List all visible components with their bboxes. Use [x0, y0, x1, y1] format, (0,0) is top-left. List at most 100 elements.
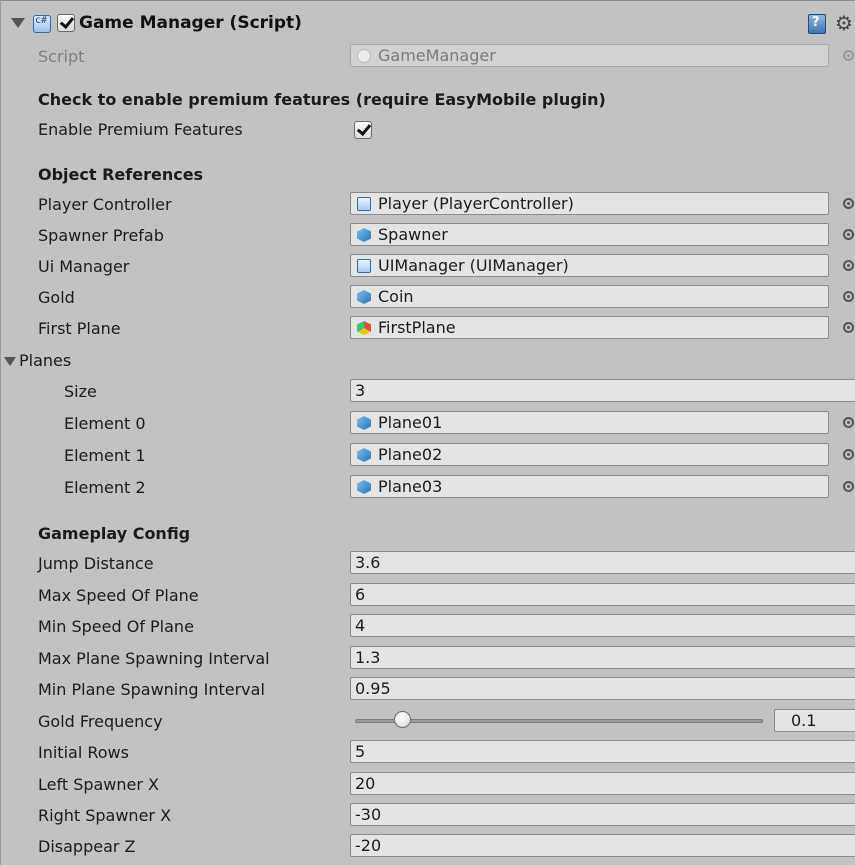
max-spawn-interval-row: Max Plane Spawning Interval 1.3	[1, 643, 855, 673]
max-spawn-interval-input[interactable]: 1.3	[350, 646, 855, 669]
left-spawner-x-input[interactable]: 20	[350, 772, 855, 795]
object-picker-icon[interactable]	[843, 322, 854, 333]
script-icon	[357, 197, 371, 211]
field-value: 5	[355, 742, 366, 761]
field-label: Gold Frequency	[38, 712, 163, 731]
component-header[interactable]: Game Manager (Script) ⚙	[1, 8, 855, 44]
disappear-z-input[interactable]: -20	[350, 834, 855, 857]
planes-label: Planes	[19, 351, 72, 370]
component-title: Game Manager (Script)	[79, 13, 302, 33]
planes-element-row: Element 2 Plane03	[1, 472, 855, 502]
gold-field[interactable]: Coin	[350, 285, 829, 308]
gold-frequency-slider-thumb[interactable]	[394, 711, 412, 728]
jump-distance-row: Jump Distance 3.6	[1, 548, 855, 578]
element-1-field[interactable]: Plane02	[350, 443, 829, 466]
element-value: Plane02	[378, 445, 443, 464]
object-picker-icon[interactable]	[843, 260, 854, 271]
field-value: -30	[355, 805, 382, 824]
element-0-field[interactable]: Plane01	[350, 411, 829, 434]
jump-distance-input[interactable]: 3.6	[350, 551, 855, 574]
planes-foldout-row[interactable]: Planes	[1, 345, 855, 375]
script-row: Script GameManager	[1, 41, 855, 71]
spawner-prefab-field[interactable]: Spawner	[350, 223, 829, 246]
script-value: GameManager	[378, 46, 496, 65]
object-references-heading: Object References	[38, 165, 204, 184]
object-picker-icon[interactable]	[843, 417, 854, 428]
field-label: Max Plane Spawning Interval	[38, 649, 270, 668]
script-asset-icon	[357, 49, 371, 63]
field-value: Player (PlayerController)	[378, 194, 574, 213]
prefab-cube-icon	[357, 228, 371, 242]
disappear-z-row: Disappear Z -20	[1, 831, 855, 861]
foldout-arrow-icon[interactable]	[11, 18, 25, 28]
field-label: Jump Distance	[38, 554, 154, 573]
field-label: Disappear Z	[38, 837, 136, 856]
script-icon	[33, 15, 51, 33]
element-label: Element 2	[64, 478, 146, 497]
field-label: First Plane	[38, 319, 121, 338]
field-value: 1.3	[355, 648, 381, 667]
object-picker-icon[interactable]	[843, 449, 854, 460]
right-spawner-x-input[interactable]: -30	[350, 803, 855, 826]
script-field: GameManager	[350, 44, 829, 67]
min-spawn-interval-row: Min Plane Spawning Interval 0.95	[1, 674, 855, 704]
field-value: Spawner	[378, 225, 448, 244]
component-enabled-checkbox[interactable]	[57, 14, 75, 32]
field-label: Gold	[38, 288, 75, 307]
prefab-cube-icon	[357, 448, 371, 462]
gold-frequency-input[interactable]: 0.1	[774, 709, 855, 732]
field-label: Max Speed Of Plane	[38, 586, 199, 605]
size-label: Size	[64, 382, 97, 401]
object-picker-icon[interactable]	[843, 291, 854, 302]
right-spawner-x-row: Right Spawner X -30	[1, 800, 855, 830]
field-label: Ui Manager	[38, 257, 130, 276]
enable-premium-checkbox[interactable]	[354, 121, 372, 139]
player-controller-row: Player Controller Player (PlayerControll…	[1, 189, 855, 219]
field-label: Min Plane Spawning Interval	[38, 680, 265, 699]
field-value: Coin	[378, 287, 414, 306]
min-speed-input[interactable]: 4	[350, 614, 855, 637]
initial-rows-row: Initial Rows 5	[1, 737, 855, 767]
spawner-prefab-row: Spawner Prefab Spawner	[1, 220, 855, 250]
player-controller-field[interactable]: Player (PlayerController)	[350, 192, 829, 215]
model-prefab-icon	[357, 321, 371, 335]
field-label: Min Speed Of Plane	[38, 617, 194, 636]
left-spawner-x-row: Left Spawner X 20	[1, 769, 855, 799]
enable-premium-label: Enable Premium Features	[38, 120, 243, 139]
prefab-cube-icon	[357, 480, 371, 494]
foldout-arrow-icon[interactable]	[4, 357, 16, 366]
field-value: -20	[355, 836, 382, 855]
planes-element-row: Element 0 Plane01	[1, 408, 855, 438]
object-picker-icon[interactable]	[843, 481, 854, 492]
object-picker-icon	[843, 50, 854, 61]
help-icon[interactable]	[808, 14, 826, 34]
field-value: FirstPlane	[378, 318, 456, 337]
gold-row: Gold Coin	[1, 282, 855, 312]
field-label: Player Controller	[38, 195, 172, 214]
field-value: 4	[355, 616, 366, 635]
object-picker-icon[interactable]	[843, 229, 854, 240]
prefab-cube-icon	[357, 290, 371, 304]
max-speed-input[interactable]: 6	[350, 583, 855, 606]
script-label: Script	[38, 47, 85, 66]
element-2-field[interactable]: Plane03	[350, 475, 829, 498]
object-picker-icon[interactable]	[843, 198, 854, 209]
field-value: UIManager (UIManager)	[378, 256, 569, 275]
field-value: 0.95	[355, 679, 391, 698]
planes-size-input[interactable]: 3	[350, 379, 855, 402]
gear-icon[interactable]: ⚙	[835, 11, 853, 35]
first-plane-row: First Plane FirstPlane	[1, 313, 855, 343]
top-divider	[1, 0, 855, 1]
gold-frequency-slider-track[interactable]	[355, 719, 763, 723]
field-value: 3.6	[355, 553, 381, 572]
prefab-cube-icon	[357, 416, 371, 430]
initial-rows-input[interactable]: 5	[350, 740, 855, 763]
min-spawn-interval-input[interactable]: 0.95	[350, 677, 855, 700]
size-value: 3	[355, 381, 366, 400]
element-value: Plane01	[378, 413, 443, 432]
premium-heading-row: Check to enable premium features (requir…	[1, 84, 855, 114]
first-plane-field[interactable]: FirstPlane	[350, 316, 829, 339]
ui-manager-field[interactable]: UIManager (UIManager)	[350, 254, 829, 277]
field-label: Spawner Prefab	[38, 226, 164, 245]
gold-frequency-row: Gold Frequency 0.1	[1, 706, 855, 736]
